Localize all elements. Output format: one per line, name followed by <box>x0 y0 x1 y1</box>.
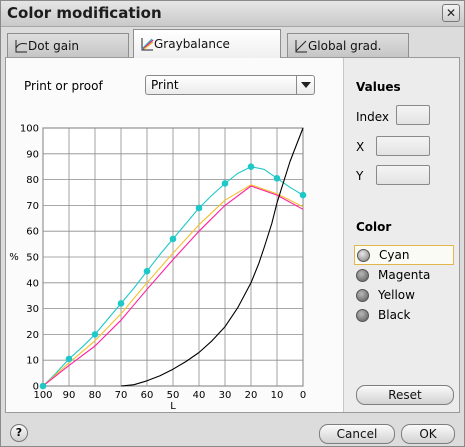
color-option-label: Cyan <box>379 248 410 262</box>
close-icon: ✕ <box>445 6 457 20</box>
color-option-magenta[interactable]: Magenta <box>354 265 454 285</box>
curve-control-point[interactable] <box>195 204 203 212</box>
curve-control-point[interactable] <box>65 355 73 363</box>
tab-global-gradation-label: Global grad. <box>308 38 382 53</box>
radio-button-icon[interactable] <box>357 248 370 262</box>
y-field[interactable] <box>376 165 430 185</box>
tab-bar: Dot gain Graybalance Global grad. <box>1 27 464 58</box>
color-option-cyan[interactable]: Cyan <box>354 245 454 265</box>
curve-control-point[interactable] <box>39 382 47 390</box>
color-option-label: Black <box>378 308 411 322</box>
x-tick-label: 20 <box>245 390 258 401</box>
tab-graybalance[interactable]: Graybalance <box>133 29 281 58</box>
y-tick-label: 10 <box>26 356 39 367</box>
x-tick-label: 40 <box>193 390 206 401</box>
curve-control-point[interactable] <box>299 191 307 199</box>
y-tick-label: 80 <box>26 175 39 186</box>
ok-button[interactable]: OK <box>401 424 455 444</box>
radio-button-icon[interactable] <box>356 308 369 322</box>
x-label: X <box>356 140 365 154</box>
y-tick-label: 60 <box>26 227 39 238</box>
radio-button-icon[interactable] <box>356 268 369 282</box>
curve-control-point[interactable] <box>169 235 177 243</box>
color-option-label: Yellow <box>378 288 415 302</box>
print-or-proof-select[interactable]: Print <box>145 75 315 95</box>
curve-control-point[interactable] <box>91 331 99 338</box>
dialog-title: Color modification <box>7 4 162 22</box>
print-or-proof-value: Print <box>151 78 179 92</box>
values-heading: Values <box>356 80 401 94</box>
color-option-black[interactable]: Black <box>354 305 454 325</box>
x-axis-label: L <box>170 401 176 412</box>
y-label: Y <box>356 169 364 183</box>
x-tick-label: 80 <box>89 390 102 401</box>
y-tick-label: 90 <box>26 149 39 160</box>
y-tick-labels: 0 10 20 30 40 50 60 70 80 90 100 <box>20 124 39 393</box>
curve-control-point[interactable] <box>117 300 125 307</box>
y-axis-label: % <box>9 252 19 263</box>
y-tick-label: 40 <box>26 278 39 289</box>
index-label: Index <box>356 110 390 124</box>
x-tick-label: 70 <box>115 390 128 401</box>
x-tick-label: 90 <box>63 390 76 401</box>
global-gradation-curve-icon <box>295 40 307 53</box>
color-option-label: Magenta <box>378 268 431 282</box>
y-tick-label: 70 <box>26 201 39 212</box>
tab-graybalance-label: Graybalance <box>154 37 230 51</box>
index-field[interactable] <box>396 105 430 125</box>
curve-control-point[interactable] <box>221 180 229 187</box>
chevron-down-icon[interactable] <box>296 76 314 94</box>
y-tick-label: 20 <box>26 330 39 341</box>
curve-control-point[interactable] <box>143 267 151 275</box>
x-tick-label: 10 <box>271 390 284 401</box>
x-tick-label: 60 <box>141 390 154 401</box>
help-icon: ? <box>15 426 23 439</box>
y-tick-label: 0 <box>33 382 39 393</box>
color-modification-dialog: Color modification ✕ Dot gain Graybalanc… <box>0 0 465 447</box>
title-bar[interactable]: Color modification ✕ <box>1 1 464 27</box>
tab-global-gradation[interactable]: Global grad. <box>287 33 409 57</box>
radio-button-icon[interactable] <box>356 288 369 302</box>
reset-button[interactable]: Reset <box>356 385 454 405</box>
tab-dot-gain[interactable]: Dot gain <box>7 33 129 57</box>
x-tick-label: 30 <box>219 390 232 401</box>
color-heading: Color <box>356 220 392 234</box>
curve-area: Print or proof Print 100 90 80 70 60 50 40 30 20… <box>6 58 342 412</box>
curve-control-point[interactable] <box>273 175 281 182</box>
x-field[interactable] <box>376 136 430 156</box>
graybalance-chart[interactable]: 100 90 80 70 60 50 40 30 20 10 0 01020304050607080… <box>6 112 342 412</box>
y-tick-label: 100 <box>20 124 39 135</box>
cancel-button[interactable]: Cancel <box>319 424 395 444</box>
graybalance-panel: Print or proof Print 100 90 80 70 60 50 40 30 20… <box>5 57 460 413</box>
help-button[interactable]: ? <box>10 424 28 442</box>
curve-control-point[interactable] <box>247 163 255 170</box>
y-tick-label: 50 <box>26 253 39 264</box>
print-or-proof-label: Print or proof <box>24 79 103 93</box>
close-button[interactable]: ✕ <box>442 4 460 22</box>
dot-gain-curve-icon <box>15 40 28 53</box>
x-tick-labels: 100 90 80 70 60 50 40 30 20 10 0 <box>33 390 306 401</box>
tab-dot-gain-label: Dot gain <box>28 38 80 53</box>
y-tick-label: 30 <box>26 304 39 315</box>
x-tick-label: 50 <box>167 390 180 401</box>
x-tick-label: 0 <box>300 390 306 401</box>
right-sidebar: Values Index X Y Color Cyan Magenta Yell… <box>343 58 459 412</box>
dialog-footer: ? Cancel OK <box>1 415 464 447</box>
color-option-yellow[interactable]: Yellow <box>354 285 454 305</box>
graybalance-curve-icon <box>141 38 154 51</box>
